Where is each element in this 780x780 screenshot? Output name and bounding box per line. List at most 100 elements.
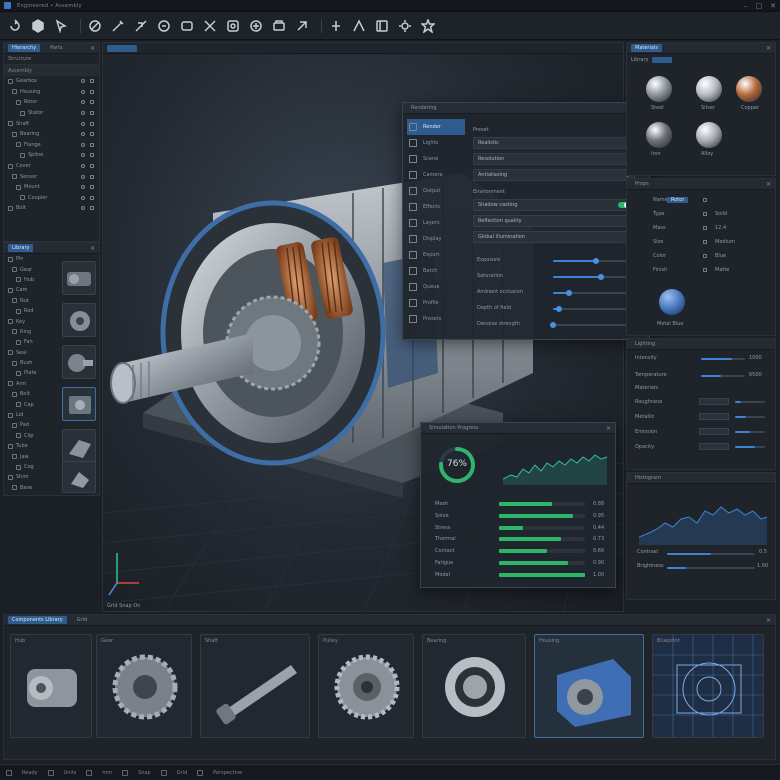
material-swatch[interactable] <box>646 76 672 102</box>
material-swatch[interactable] <box>696 76 722 102</box>
lock-icon[interactable] <box>90 79 94 84</box>
tree-item[interactable]: Stator <box>8 108 99 119</box>
property-value[interactable]: Matte <box>715 267 729 273</box>
parts-item[interactable]: Jaw <box>8 451 56 461</box>
visibility-icon[interactable] <box>81 89 85 94</box>
render-slider[interactable] <box>553 274 631 280</box>
lock-icon[interactable] <box>90 100 94 105</box>
render-sidebar-item[interactable]: Batch <box>407 263 465 279</box>
material-swatch[interactable] <box>696 122 722 148</box>
gi-dropdown[interactable]: Global illumination⌄ <box>473 231 635 243</box>
maximize-button[interactable]: □ <box>756 2 763 10</box>
tab-materials[interactable]: Materials <box>631 44 662 52</box>
parts-item[interactable]: Shim <box>8 472 56 482</box>
part-thumbnail[interactable] <box>62 461 96 493</box>
parts-item[interactable]: Plate <box>8 368 56 378</box>
render-sidebar-item[interactable]: Lights <box>407 135 465 151</box>
material-swatch[interactable] <box>646 122 672 148</box>
copy-tool-icon[interactable] <box>247 17 264 34</box>
parts-item[interactable]: Seal <box>8 348 56 358</box>
lighting-value[interactable]: 6500 <box>749 372 762 378</box>
material-prop-slider[interactable] <box>735 401 765 403</box>
tree-item[interactable]: Bearing <box>8 129 99 140</box>
property-value[interactable]: Solid <box>715 211 727 217</box>
material-prop-field[interactable] <box>699 398 729 405</box>
material-prop-field[interactable] <box>699 428 729 435</box>
close-window-button[interactable]: ✕ <box>770 2 776 10</box>
render-sidebar-item[interactable]: Render <box>407 119 465 135</box>
view-tool-icon[interactable] <box>201 17 218 34</box>
minimize-button[interactable]: – <box>744 2 748 10</box>
tree-item[interactable]: Shaft <box>8 118 99 129</box>
material-prop-field[interactable] <box>699 443 729 450</box>
lock-icon[interactable] <box>90 195 94 200</box>
parts-item[interactable]: Hub <box>8 275 56 285</box>
render-slider-knob[interactable] <box>556 306 563 312</box>
render-slider[interactable] <box>553 258 631 264</box>
snap-tool-icon[interactable] <box>109 17 126 34</box>
visibility-icon[interactable] <box>81 100 85 105</box>
close-icon[interactable]: ✕ <box>766 181 771 188</box>
lock-icon[interactable] <box>90 132 94 137</box>
component-card[interactable]: Gear <box>96 634 192 738</box>
select-tool-icon[interactable] <box>52 17 69 34</box>
material-prop-field[interactable] <box>699 413 729 420</box>
parts-item[interactable]: Fan <box>8 337 56 347</box>
render-sidebar-item[interactable]: Queue <box>407 279 465 295</box>
component-card[interactable]: Bearing <box>422 634 526 738</box>
lighting-value[interactable]: 1000 <box>749 355 762 361</box>
render-sidebar-item[interactable]: Layers <box>407 215 465 231</box>
part-thumbnail[interactable] <box>62 303 96 337</box>
lock-icon[interactable] <box>90 121 94 126</box>
resolution-dropdown[interactable]: Resolution⌄ <box>473 153 635 165</box>
tree-item[interactable]: Cover <box>8 161 99 172</box>
tab-components-library[interactable]: Components Library <box>8 616 67 624</box>
visibility-icon[interactable] <box>81 195 85 200</box>
section-tool-icon[interactable] <box>327 17 344 34</box>
tab-grid[interactable]: Grid <box>73 616 92 624</box>
lock-icon[interactable] <box>90 206 94 211</box>
tree-item[interactable]: Mount <box>8 182 99 193</box>
tree-item[interactable]: Flange <box>8 140 99 151</box>
property-value[interactable]: Rotor <box>667 197 689 203</box>
visibility-icon[interactable] <box>81 153 85 158</box>
tree-item[interactable]: Sensor <box>8 171 99 182</box>
lock-icon[interactable] <box>90 142 94 147</box>
tree-item[interactable]: Rotor <box>8 97 99 108</box>
lock-icon[interactable] <box>90 89 94 94</box>
render-slider-knob[interactable] <box>550 322 556 328</box>
render-sidebar-item[interactable]: Effects <box>407 199 465 215</box>
pan-tool-icon[interactable] <box>178 17 195 34</box>
render-sidebar-item[interactable]: Profile <box>407 295 465 311</box>
materials-filter-button[interactable] <box>652 56 673 63</box>
tree-item[interactable]: Spline <box>8 150 99 161</box>
visibility-icon[interactable] <box>81 206 85 211</box>
render-sidebar-item[interactable]: Output <box>407 183 465 199</box>
parts-item[interactable]: Ring <box>8 327 56 337</box>
render-sidebar-item[interactable]: Display <box>407 231 465 247</box>
tab-hierarchy[interactable]: Hierarchy <box>8 44 41 52</box>
cut-tool-icon[interactable] <box>132 17 149 34</box>
lock-icon[interactable] <box>90 111 94 116</box>
lighting-slider[interactable] <box>701 358 745 360</box>
component-card[interactable]: Pulley <box>318 634 414 738</box>
status-snap[interactable]: Snap <box>138 770 151 776</box>
component-card-selected[interactable]: Housing <box>534 634 644 738</box>
visibility-icon[interactable] <box>81 121 85 126</box>
rotate-tool-icon[interactable] <box>6 17 23 34</box>
material-prop-slider[interactable] <box>735 431 765 433</box>
render-sidebar-item[interactable]: Scene <box>407 151 465 167</box>
render-slider-knob[interactable] <box>565 290 572 296</box>
reflection-dropdown[interactable]: Reflection quality⌄ <box>473 215 635 227</box>
close-icon[interactable]: ✕ <box>90 45 95 52</box>
settings-tool-icon[interactable] <box>396 17 413 34</box>
close-icon[interactable]: ✕ <box>766 617 771 624</box>
render-slider[interactable] <box>553 306 631 312</box>
tree-root[interactable]: Assembly <box>4 65 99 76</box>
parts-item[interactable]: Rod <box>8 306 56 316</box>
part-thumbnail-selected[interactable] <box>62 387 96 421</box>
visibility-icon[interactable] <box>81 174 85 179</box>
assembly-tool-icon[interactable] <box>373 17 390 34</box>
part-thumbnail[interactable] <box>62 429 96 463</box>
property-value[interactable]: Medium <box>715 239 735 245</box>
